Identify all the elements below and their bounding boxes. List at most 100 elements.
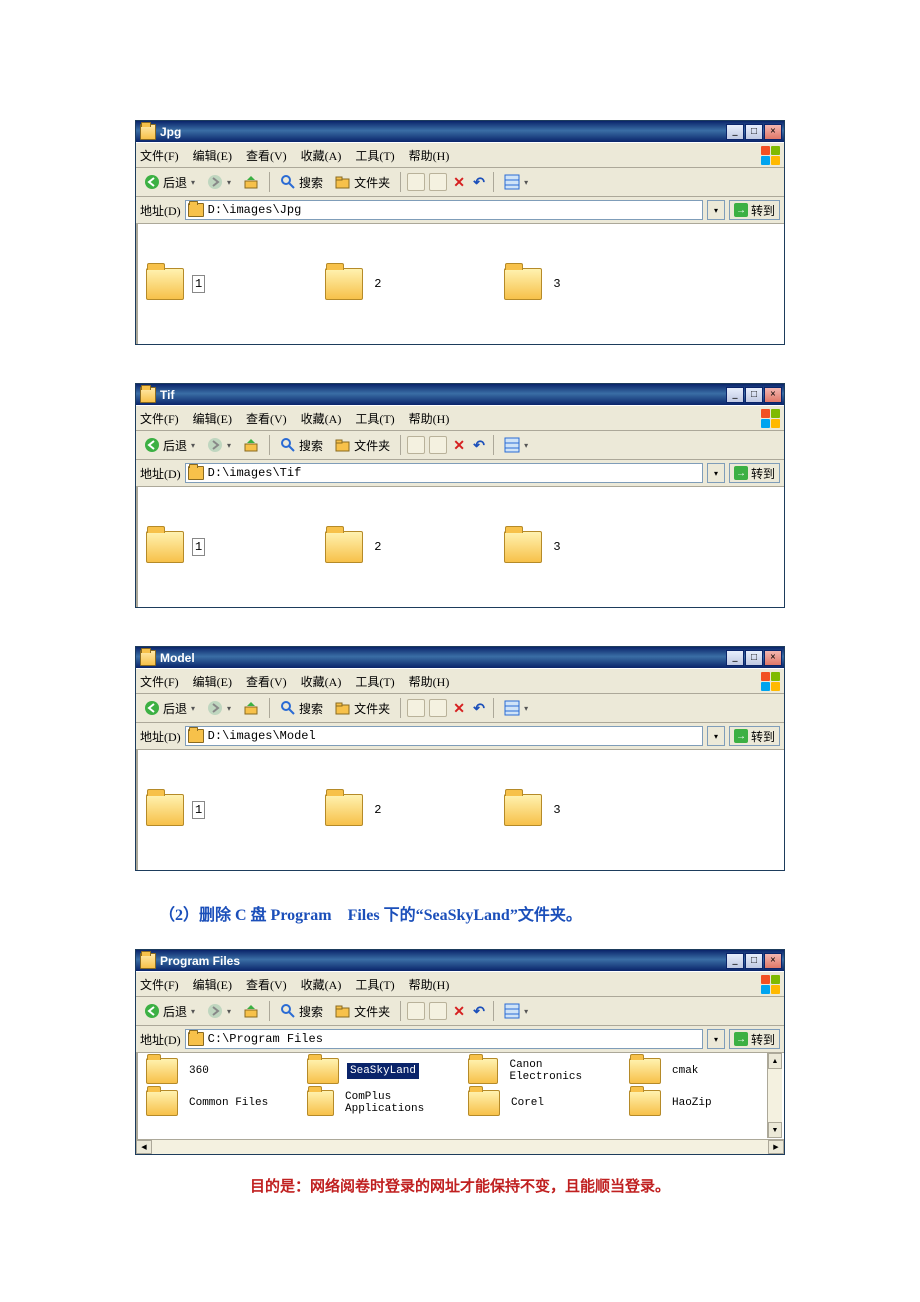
menu-file[interactable]: 文件(F): [140, 147, 179, 164]
address-dropdown[interactable]: ▾: [707, 200, 725, 220]
move-to-icon[interactable]: [407, 173, 425, 191]
list-item[interactable]: 2: [325, 234, 384, 334]
list-item[interactable]: 1: [146, 234, 205, 334]
vertical-scrollbar[interactable]: ▲ ▼: [767, 1053, 782, 1138]
up-button[interactable]: [239, 435, 263, 455]
list-item[interactable]: Corel: [468, 1089, 619, 1117]
address-dropdown[interactable]: ▾: [707, 726, 725, 746]
menu-favorites[interactable]: 收藏(A): [301, 410, 342, 427]
scroll-down-icon[interactable]: ▼: [768, 1122, 782, 1138]
minimize-button[interactable]: _: [726, 387, 744, 403]
menu-tools[interactable]: 工具(T): [355, 410, 394, 427]
address-input[interactable]: D:\images\Tif: [185, 463, 703, 483]
copy-to-icon[interactable]: [429, 699, 447, 717]
close-button[interactable]: ×: [764, 124, 782, 140]
menu-edit[interactable]: 编辑(E): [193, 673, 232, 690]
menu-file[interactable]: 文件(F): [140, 410, 179, 427]
move-to-icon[interactable]: [407, 1002, 425, 1020]
list-item[interactable]: 1: [146, 497, 205, 597]
forward-button[interactable]: ▾: [203, 172, 235, 192]
folders-button[interactable]: 文件夹: [331, 698, 394, 718]
go-button[interactable]: → 转到: [729, 1029, 780, 1049]
go-button[interactable]: → 转到: [729, 200, 780, 220]
up-button[interactable]: [239, 1001, 263, 1021]
delete-icon[interactable]: ✕: [451, 1003, 467, 1019]
list-item[interactable]: cmak: [629, 1057, 780, 1085]
address-input[interactable]: D:\images\Model: [185, 726, 703, 746]
copy-to-icon[interactable]: [429, 173, 447, 191]
close-button[interactable]: ×: [764, 650, 782, 666]
back-button[interactable]: 后退 ▾: [140, 698, 199, 718]
scroll-right-icon[interactable]: ▶: [768, 1140, 784, 1154]
list-item[interactable]: ComPlus Applications: [307, 1089, 458, 1117]
menu-view[interactable]: 查看(V): [246, 976, 287, 993]
menu-favorites[interactable]: 收藏(A): [301, 976, 342, 993]
views-button[interactable]: ▾: [500, 698, 532, 718]
move-to-icon[interactable]: [407, 436, 425, 454]
scroll-up-icon[interactable]: ▲: [768, 1053, 782, 1069]
titlebar[interactable]: Jpg _ □ ×: [136, 121, 784, 142]
titlebar[interactable]: Model _ □ ×: [136, 647, 784, 668]
back-button[interactable]: 后退 ▾: [140, 172, 199, 192]
folders-button[interactable]: 文件夹: [331, 172, 394, 192]
list-item[interactable]: Canon Electronics: [468, 1057, 619, 1085]
menu-favorites[interactable]: 收藏(A): [301, 673, 342, 690]
search-button[interactable]: 搜索: [276, 1001, 327, 1021]
folders-button[interactable]: 文件夹: [331, 1001, 394, 1021]
menu-view[interactable]: 查看(V): [246, 673, 287, 690]
horizontal-scrollbar[interactable]: ◀ ▶: [136, 1139, 784, 1154]
close-button[interactable]: ×: [764, 387, 782, 403]
address-dropdown[interactable]: ▾: [707, 1029, 725, 1049]
up-button[interactable]: [239, 698, 263, 718]
menu-view[interactable]: 查看(V): [246, 147, 287, 164]
titlebar[interactable]: Tif _ □ ×: [136, 384, 784, 405]
back-button[interactable]: 后退 ▾: [140, 1001, 199, 1021]
menu-tools[interactable]: 工具(T): [355, 147, 394, 164]
maximize-button[interactable]: □: [745, 387, 763, 403]
list-item[interactable]: 2: [325, 497, 384, 597]
undo-icon[interactable]: ↶: [471, 174, 487, 190]
menu-edit[interactable]: 编辑(E): [193, 147, 232, 164]
folders-button[interactable]: 文件夹: [331, 435, 394, 455]
views-button[interactable]: ▾: [500, 1001, 532, 1021]
undo-icon[interactable]: ↶: [471, 437, 487, 453]
maximize-button[interactable]: □: [745, 650, 763, 666]
list-item[interactable]: 360: [146, 1057, 297, 1085]
minimize-button[interactable]: _: [726, 953, 744, 969]
list-item[interactable]: 1: [146, 760, 205, 860]
menu-tools[interactable]: 工具(T): [355, 673, 394, 690]
copy-to-icon[interactable]: [429, 436, 447, 454]
undo-icon[interactable]: ↶: [471, 1003, 487, 1019]
list-item[interactable]: SeaSkyLand: [307, 1057, 458, 1085]
delete-icon[interactable]: ✕: [451, 700, 467, 716]
menu-favorites[interactable]: 收藏(A): [301, 147, 342, 164]
menu-file[interactable]: 文件(F): [140, 673, 179, 690]
go-button[interactable]: → 转到: [729, 463, 780, 483]
move-to-icon[interactable]: [407, 699, 425, 717]
forward-button[interactable]: ▾: [203, 435, 235, 455]
maximize-button[interactable]: □: [745, 953, 763, 969]
address-input[interactable]: C:\Program Files: [185, 1029, 703, 1049]
titlebar[interactable]: Program Files _ □ ×: [136, 950, 784, 971]
list-item[interactable]: 2: [325, 760, 384, 860]
maximize-button[interactable]: □: [745, 124, 763, 140]
menu-help[interactable]: 帮助(H): [409, 410, 450, 427]
minimize-button[interactable]: _: [726, 650, 744, 666]
delete-icon[interactable]: ✕: [451, 437, 467, 453]
search-button[interactable]: 搜索: [276, 698, 327, 718]
close-button[interactable]: ×: [764, 953, 782, 969]
forward-button[interactable]: ▾: [203, 1001, 235, 1021]
undo-icon[interactable]: ↶: [471, 700, 487, 716]
menu-edit[interactable]: 编辑(E): [193, 976, 232, 993]
menu-help[interactable]: 帮助(H): [409, 976, 450, 993]
menu-help[interactable]: 帮助(H): [409, 147, 450, 164]
up-button[interactable]: [239, 172, 263, 192]
forward-button[interactable]: ▾: [203, 698, 235, 718]
address-dropdown[interactable]: ▾: [707, 463, 725, 483]
views-button[interactable]: ▾: [500, 172, 532, 192]
menu-tools[interactable]: 工具(T): [355, 976, 394, 993]
address-input[interactable]: D:\images\Jpg: [185, 200, 703, 220]
search-button[interactable]: 搜索: [276, 435, 327, 455]
list-item[interactable]: HaoZip: [629, 1089, 780, 1117]
menu-view[interactable]: 查看(V): [246, 410, 287, 427]
